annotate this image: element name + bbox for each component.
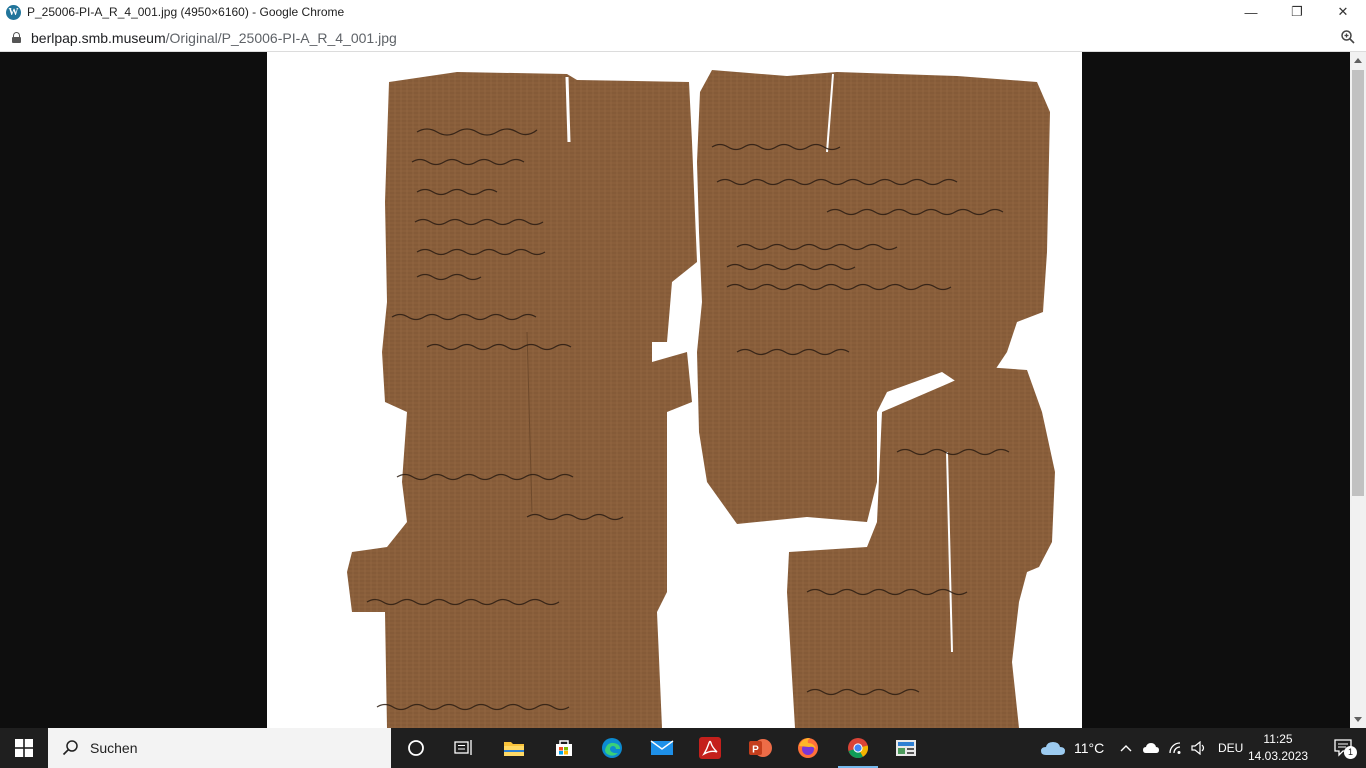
search-label: Suchen — [90, 740, 138, 756]
scrollbar-thumb[interactable] — [1352, 70, 1364, 496]
wifi-icon[interactable] — [1168, 741, 1184, 755]
tray-icons[interactable]: DEU — [1120, 728, 1243, 768]
maximize-button[interactable]: ❐ — [1274, 0, 1320, 24]
start-button[interactable] — [0, 728, 48, 768]
chevron-up-icon[interactable] — [1120, 743, 1132, 753]
lock-icon[interactable] — [12, 32, 21, 43]
file-explorer-icon[interactable] — [490, 728, 538, 768]
onedrive-icon[interactable] — [1142, 742, 1160, 754]
cortana-icon[interactable] — [392, 728, 440, 768]
taskbar-search-box[interactable]: Suchen — [48, 728, 391, 768]
windows-logo-icon — [15, 739, 33, 757]
clock-date: 14.03.2023 — [1248, 749, 1309, 763]
powerpoint-icon[interactable]: P — [736, 728, 784, 768]
clock-time: 11:25 — [1263, 732, 1293, 746]
notification-center-button[interactable]: 1 — [1334, 739, 1357, 762]
vertical-scrollbar[interactable] — [1350, 52, 1366, 728]
edge-icon[interactable] — [588, 728, 636, 768]
photos-icon[interactable] — [882, 728, 930, 768]
papyrus-drawing — [347, 70, 1055, 728]
wordpress-favicon-icon: W — [6, 4, 21, 20]
scroll-up-arrow-icon[interactable] — [1354, 58, 1362, 63]
weather-temperature: 11°C — [1074, 740, 1105, 756]
scroll-down-arrow-icon[interactable] — [1354, 717, 1362, 722]
minimize-button[interactable]: — — [1228, 0, 1274, 24]
microsoft-store-icon[interactable] — [540, 728, 588, 768]
close-button[interactable]: ✕ — [1320, 0, 1366, 24]
address-bar[interactable]: berlpap.smb.museum/Original/P_25006-PI-A… — [0, 24, 1366, 52]
papyrus-fragment-left-top — [347, 72, 697, 728]
system-clock[interactable]: 11:25 14.03.2023 — [1248, 731, 1308, 765]
title-bar: W P_25006-PI-A_R_4_001.jpg (4950×6160) -… — [0, 0, 1366, 24]
weather-widget[interactable]: 11°C — [1040, 728, 1104, 768]
cloud-icon — [1041, 742, 1065, 755]
notification-badge: 1 — [1344, 746, 1357, 759]
acrobat-icon[interactable] — [686, 728, 734, 768]
zoom-icon[interactable] — [1340, 29, 1356, 45]
volume-icon[interactable] — [1190, 741, 1208, 755]
taskbar: Suchen P 11°C DEU 11:25 14.03.2023 1 — [0, 728, 1366, 768]
url-host: berlpap.smb.museum — [31, 29, 166, 46]
mail-icon[interactable] — [638, 728, 686, 768]
language-indicator[interactable]: DEU — [1218, 741, 1243, 755]
task-view-icon[interactable] — [440, 728, 488, 768]
papyrus-image[interactable] — [267, 52, 1082, 728]
url-path: /Original/P_25006-PI-A_R_4_001.jpg — [165, 29, 397, 46]
chrome-icon[interactable] — [834, 728, 882, 768]
image-viewport[interactable] — [0, 52, 1350, 728]
firefox-icon[interactable] — [784, 728, 832, 768]
svg-text:P: P — [752, 745, 759, 756]
window-title: P_25006-PI-A_R_4_001.jpg (4950×6160) - G… — [27, 5, 345, 19]
url-text[interactable]: berlpap.smb.museum/Original/P_25006-PI-A… — [31, 30, 397, 46]
search-icon — [62, 740, 78, 756]
